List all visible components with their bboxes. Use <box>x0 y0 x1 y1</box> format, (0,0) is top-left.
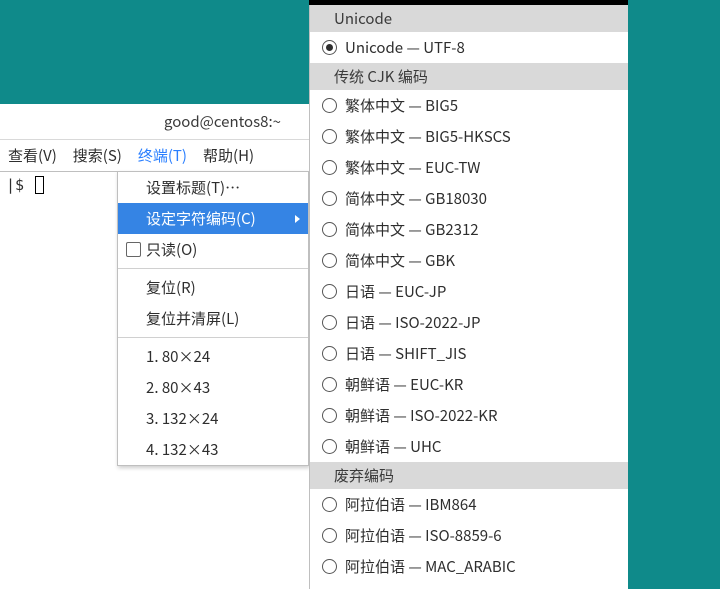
menu-size-132x43[interactable]: 4. 132×43 <box>118 434 308 465</box>
menu-reset-clear[interactable]: 复位并清屏(L) <box>118 303 308 334</box>
checkbox-icon <box>126 242 141 257</box>
encoding-option[interactable]: 阿拉伯语 — MAC_ARABIC <box>310 551 628 582</box>
encoding-label: 阿拉伯语 — IBM864 <box>345 494 477 515</box>
radio-icon <box>322 439 337 454</box>
encoding-option[interactable]: 朝鲜语 — UHC <box>310 431 628 462</box>
encoding-option[interactable]: 阿拉伯语 — ISO-8859-6 <box>310 520 628 551</box>
menu-label: 复位并清屏(L) <box>146 308 239 329</box>
menu-readonly[interactable]: 只读(O) <box>118 234 308 265</box>
encoding-label: 简体中文 — GBK <box>345 250 455 271</box>
encoding-label: 日语 — SHIFT_JIS <box>345 343 466 364</box>
encoding-label: 阿拉伯语 — ISO-8859-6 <box>345 525 502 546</box>
encoding-option[interactable]: Unicode — UTF-8 <box>310 32 628 63</box>
radio-icon <box>322 284 337 299</box>
menu-label: 4. 132×43 <box>146 439 218 460</box>
terminal-menu-dropdown: 设置标题(T)… 设定字符编码(C) 只读(O) 复位(R) 复位并清屏(L) … <box>117 171 309 466</box>
menu-size-80x24[interactable]: 1. 80×24 <box>118 341 308 372</box>
encoding-option[interactable]: 简体中文 — GB18030 <box>310 183 628 214</box>
menu-label: 复位(R) <box>146 277 196 298</box>
encoding-option[interactable]: 日语 — ISO-2022-JP <box>310 307 628 338</box>
radio-icon <box>322 129 337 144</box>
encoding-group-header: Unicode <box>310 5 628 32</box>
encoding-label: 繁体中文 — EUC-TW <box>345 157 480 178</box>
menubar-item[interactable]: 搜索(S) <box>65 141 130 170</box>
radio-icon <box>322 377 337 392</box>
radio-icon <box>322 408 337 423</box>
encoding-label: 简体中文 — GB2312 <box>345 219 479 240</box>
encoding-label: 朝鲜语 — EUC-KR <box>345 374 463 395</box>
radio-icon <box>322 559 337 574</box>
menu-size-132x24[interactable]: 3. 132×24 <box>118 403 308 434</box>
encoding-option[interactable]: 繁体中文 — BIG5 <box>310 90 628 121</box>
menu-set-title[interactable]: 设置标题(T)… <box>118 172 308 203</box>
text-cursor <box>35 176 44 194</box>
encoding-option[interactable]: 繁体中文 — EUC-TW <box>310 152 628 183</box>
encoding-option[interactable]: 简体中文 — GBK <box>310 245 628 276</box>
radio-icon <box>322 160 337 175</box>
window-titlebar[interactable]: good@centos8:~ <box>0 104 309 140</box>
encoding-label: 日语 — ISO-2022-JP <box>345 312 481 333</box>
encoding-label: 繁体中文 — BIG5-HKSCS <box>345 126 511 147</box>
encoding-label: 简体中文 — GB18030 <box>345 188 487 209</box>
encoding-label: 繁体中文 — BIG5 <box>345 95 458 116</box>
menubar-item[interactable]: 查看(V) <box>0 141 65 170</box>
window-title: good@centos8:~ <box>164 111 281 132</box>
encoding-label: 阿拉伯语 — MAC_ARABIC <box>345 556 516 577</box>
menu-label: 2. 80×43 <box>146 377 210 398</box>
menubar: 查看(V)搜索(S)终端(T)帮助(H) <box>0 140 309 172</box>
radio-icon <box>322 98 337 113</box>
radio-icon <box>322 253 337 268</box>
encoding-option[interactable]: 日语 — SHIFT_JIS <box>310 338 628 369</box>
encoding-option[interactable]: 阿拉伯语 — IBM864 <box>310 489 628 520</box>
encoding-group-header: 废弃编码 <box>310 462 628 489</box>
encoding-option[interactable]: 朝鲜语 — EUC-KR <box>310 369 628 400</box>
radio-icon <box>322 497 337 512</box>
radio-icon <box>322 528 337 543</box>
radio-icon <box>322 346 337 361</box>
menu-set-encoding[interactable]: 设定字符编码(C) <box>118 203 308 234</box>
menu-label: 设置标题(T)… <box>146 177 240 198</box>
encoding-submenu: Unicode Unicode — UTF-8 传统 CJK 编码繁体中文 — BI… <box>309 5 628 589</box>
encoding-label: 朝鲜语 — UHC <box>345 436 441 457</box>
radio-icon <box>322 40 337 55</box>
menu-label: 设定字符编码(C) <box>146 208 256 229</box>
menu-label: 3. 132×24 <box>146 408 218 429</box>
menu-separator <box>118 337 308 338</box>
submenu-arrow-icon <box>295 215 300 223</box>
menu-label: 1. 80×24 <box>146 346 210 367</box>
radio-icon <box>322 315 337 330</box>
menubar-item[interactable]: 帮助(H) <box>195 141 262 170</box>
radio-icon <box>322 191 337 206</box>
prompt-text: |$ <box>6 176 24 194</box>
encoding-option[interactable]: 简体中文 — GB2312 <box>310 214 628 245</box>
menu-label: 只读(O) <box>146 239 197 260</box>
menu-size-80x43[interactable]: 2. 80×43 <box>118 372 308 403</box>
radio-icon <box>322 222 337 237</box>
menu-reset[interactable]: 复位(R) <box>118 272 308 303</box>
encoding-label: 朝鲜语 — ISO-2022-KR <box>345 405 498 426</box>
encoding-option[interactable]: 朝鲜语 — ISO-2022-KR <box>310 400 628 431</box>
encoding-option[interactable]: 日语 — EUC-JP <box>310 276 628 307</box>
encoding-option[interactable]: 繁体中文 — BIG5-HKSCS <box>310 121 628 152</box>
encoding-label: Unicode — UTF-8 <box>345 37 465 58</box>
menu-separator <box>118 268 308 269</box>
encoding-group-header: 传统 CJK 编码 <box>310 63 628 90</box>
encoding-label: 日语 — EUC-JP <box>345 281 446 302</box>
menubar-item[interactable]: 终端(T) <box>130 141 195 170</box>
